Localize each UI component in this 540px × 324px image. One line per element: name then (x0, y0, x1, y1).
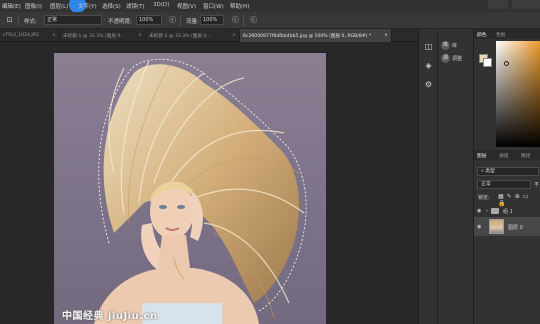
panel-dock: ◫ ◈ ⚙ (418, 29, 438, 324)
menu-select[interactable]: 选择(S) (102, 2, 121, 10)
properties-icon[interactable]: ◈ (423, 60, 434, 71)
close-icon[interactable]: × (138, 33, 142, 38)
close-icon[interactable]: × (384, 33, 388, 38)
airbrush-icon[interactable]: ⓒ (230, 15, 241, 26)
tool-preset-icon[interactable]: ⊡ (4, 15, 15, 26)
chevron-right-icon[interactable]: › (486, 208, 488, 214)
opacity-field[interactable]: 100% (136, 15, 162, 25)
tab-document-1[interactable]: cf7b3_1024.JPG × (0, 29, 60, 42)
window-control-button[interactable] (512, 0, 540, 9)
tab-label: 6c29000977f6dfbb4bb5.jpg @ 100% (图层 0, R… (243, 34, 372, 39)
separator (180, 15, 181, 26)
lock-label: 锁定: (478, 195, 490, 201)
folder-icon (491, 208, 499, 214)
menu-layer[interactable]: 图层(L) (50, 2, 68, 10)
layer-row-active[interactable]: ◉ 图层 0 (474, 217, 540, 236)
tab-swatches[interactable]: 色板 (496, 31, 506, 38)
visibility-eye-icon[interactable]: ◉ (477, 224, 481, 230)
pressure-opacity-icon[interactable]: ⓒ (167, 15, 178, 26)
tab-paths[interactable]: 路径 (521, 152, 531, 159)
flow-value: 100% (203, 17, 218, 23)
menu-edit[interactable]: 编辑(E) (2, 2, 21, 10)
menu-help[interactable]: 帮助(H) (230, 2, 249, 10)
visibility-eye-icon[interactable]: ◉ (477, 208, 481, 214)
menu-image[interactable]: 图像(I) (25, 2, 42, 10)
layer-row-group[interactable]: ◉ › 组 1 (474, 205, 540, 217)
libraries-button[interactable]: 库库 (441, 41, 473, 52)
blend-mode-value: 正常 (481, 182, 491, 187)
separator (18, 15, 19, 26)
style-value: 正常 (47, 17, 58, 23)
canvas-area[interactable]: 中国经典 jiuJiu.cn (0, 42, 418, 324)
flow-field[interactable]: 100% (200, 15, 224, 25)
tab-document-2[interactable]: 未标题-1 @ 33.3% (图层 0... × (60, 29, 146, 42)
background-color-swatch[interactable] (483, 58, 492, 67)
layer-name: 图层 0 (508, 225, 523, 231)
color-panel-tabs: 颜色 色板 (474, 29, 540, 39)
tab-label: 未标题-2 @ 33.3% (图层 0... (149, 34, 211, 39)
menu-type[interactable]: 文字(Y) (78, 2, 97, 10)
adjustments-icon: 调 (441, 54, 450, 63)
flow-label: 流量: (186, 19, 199, 25)
libraries-icon: 库 (441, 41, 450, 50)
adjustments-button[interactable]: 调调整 (441, 54, 473, 65)
style-label: 样式: (24, 19, 37, 25)
menu-window[interactable]: 窗口(W) (203, 2, 224, 10)
tab-document-active[interactable]: 6c29000977f6dfbb4bb5.jpg @ 100% (图层 0, R… (240, 29, 392, 42)
layer-filter-select[interactable]: ⌕ 类型 (477, 167, 539, 176)
libraries-panel: 库库 调调整 (438, 29, 474, 324)
color-picker-field[interactable] (496, 41, 540, 147)
tab-channels[interactable]: 通道 (499, 152, 509, 159)
menu-view[interactable]: 视图(V) (177, 2, 196, 10)
style-select[interactable]: 正常 (44, 15, 102, 25)
menu-filter[interactable]: 滤镜(T) (126, 2, 145, 10)
document-tab-bar: cf7b3_1024.JPG × 未标题-1 @ 33.3% (图层 0... … (0, 29, 418, 42)
pressure-size-icon[interactable]: ⓒ (248, 15, 259, 26)
separator (243, 15, 244, 26)
options-bar: ⊡ 样式: 正常 不透明度: 100% ⓒ 流量: 100% ⓒ ⓒ (0, 12, 540, 29)
window-control-button[interactable] (488, 0, 508, 9)
opacity-value: 100% (139, 17, 154, 23)
watermark-text: 中国经典 jiuJiu.cn (62, 311, 158, 322)
tab-layers[interactable]: 图层 (477, 152, 487, 159)
blend-mode-select[interactable]: 正常 (477, 180, 531, 189)
tab-label: 未标题-1 @ 33.3% (图层 0... (63, 34, 125, 39)
document-image[interactable]: 中国经典 jiuJiu.cn (54, 53, 326, 324)
tab-color[interactable]: 颜色 (477, 31, 487, 38)
history-icon[interactable]: ◫ (423, 41, 434, 52)
layer-name: 组 1 (503, 209, 513, 215)
adjust-icon[interactable]: ⚙ (423, 79, 434, 90)
adjustments-label: 调整 (452, 56, 463, 62)
menu-3d[interactable]: 3D(D) (153, 2, 169, 8)
layers-panel-tabs: 图层 通道 路径 (474, 150, 540, 160)
right-panel: 颜色 色板 图层 通道 路径 ⌕ 类型 正常 不 锁定: ▦✎⊕▭🔒 ◉ › 组… (474, 29, 540, 324)
opacity-label: 不透明度: (108, 19, 132, 25)
libraries-label: 库 (452, 43, 458, 49)
opacity-short-label: 不 (534, 182, 540, 188)
menu-bar: 编辑(E) 图像(I) 图层(L) 文字(Y) 选择(S) 滤镜(T) 3D(D… (0, 0, 540, 13)
close-icon[interactable]: × (232, 33, 236, 38)
close-icon[interactable]: × (52, 33, 56, 38)
tab-label: cf7b3_1024.JPG (3, 33, 40, 38)
tab-document-3[interactable]: 未标题-2 @ 33.3% (图层 0... × (146, 29, 240, 42)
portrait-illustration (94, 58, 307, 324)
layer-thumbnail (489, 219, 504, 234)
layer-filter-label: 类型 (485, 169, 495, 174)
color-picker-handle[interactable] (504, 61, 509, 66)
